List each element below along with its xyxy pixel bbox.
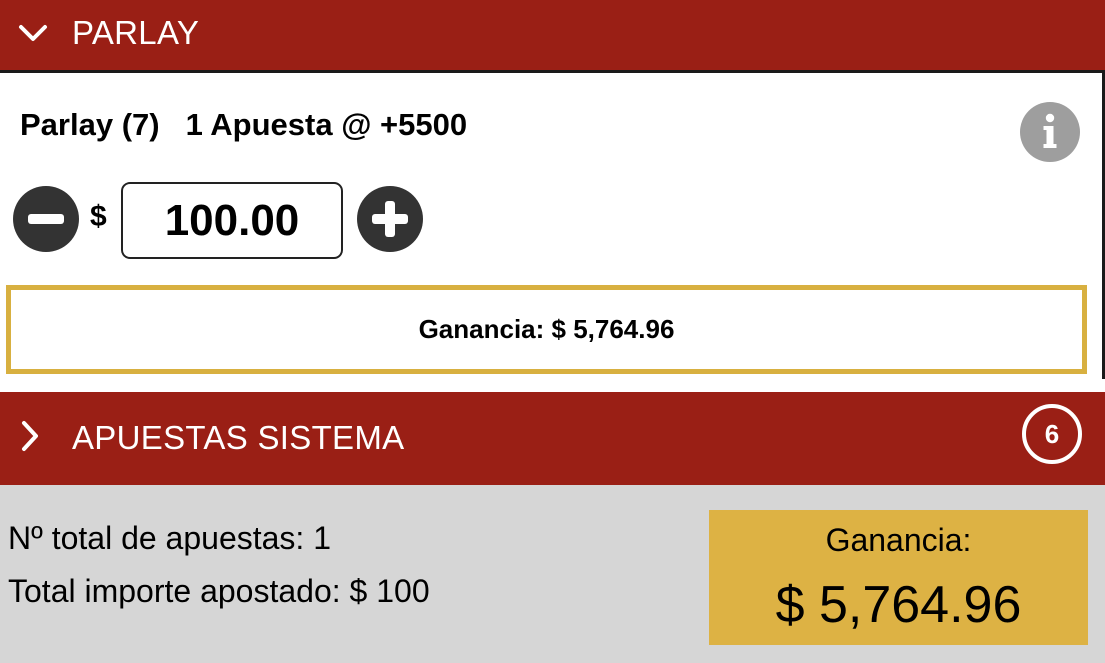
total-payout-box: Ganancia: $ 5,764.96 xyxy=(709,510,1088,645)
total-payout-label: Ganancia: xyxy=(825,522,972,558)
chevron-right-icon xyxy=(18,419,42,458)
total-stake-value: $ 100 xyxy=(349,573,430,609)
total-bets-label: Nº total de apuestas: xyxy=(8,520,305,556)
stake-input[interactable] xyxy=(121,182,343,259)
parlay-bet-odds: 1 Apuesta @ +5500 xyxy=(185,107,468,142)
currency-symbol: $ xyxy=(90,200,107,233)
system-bets-section-title: APUESTAS SISTEMA xyxy=(72,419,405,456)
parlay-section-title: PARLAY xyxy=(72,14,200,51)
total-bets-value: 1 xyxy=(313,520,331,556)
system-bets-count-badge: 6 xyxy=(1022,404,1082,464)
total-payout-value: $ 5,764.96 xyxy=(775,576,1022,634)
plus-icon xyxy=(357,186,423,252)
total-bets-line: Nº total de apuestas: 1 xyxy=(8,520,331,557)
system-bets-section-header[interactable]: APUESTAS SISTEMA 6 xyxy=(0,392,1105,485)
parlay-bet-label: Parlay (7) xyxy=(20,107,160,142)
minus-icon xyxy=(13,186,79,252)
parlay-ganancia-box: Ganancia: $ 5,764.96 xyxy=(6,285,1087,374)
decrease-stake-button[interactable] xyxy=(12,185,80,258)
parlay-bet-summary: Parlay (7) 1 Apuesta @ +5500 xyxy=(20,107,467,143)
parlay-ganancia-text: Ganancia: $ 5,764.96 xyxy=(418,314,675,344)
increase-stake-button[interactable] xyxy=(356,185,424,258)
total-stake-line: Total importe apostado: $ 100 xyxy=(8,573,430,610)
chevron-down-icon xyxy=(18,22,48,49)
info-icon[interactable] xyxy=(1019,101,1081,168)
parlay-section-header[interactable]: PARLAY xyxy=(0,0,1105,73)
parlay-bet-panel: Parlay (7) 1 Apuesta @ +5500 $ Ganancia: … xyxy=(0,73,1105,379)
bet-summary-panel: Nº total de apuestas: 1 Total importe ap… xyxy=(0,485,1105,663)
total-stake-label: Total importe apostado: xyxy=(8,573,341,609)
